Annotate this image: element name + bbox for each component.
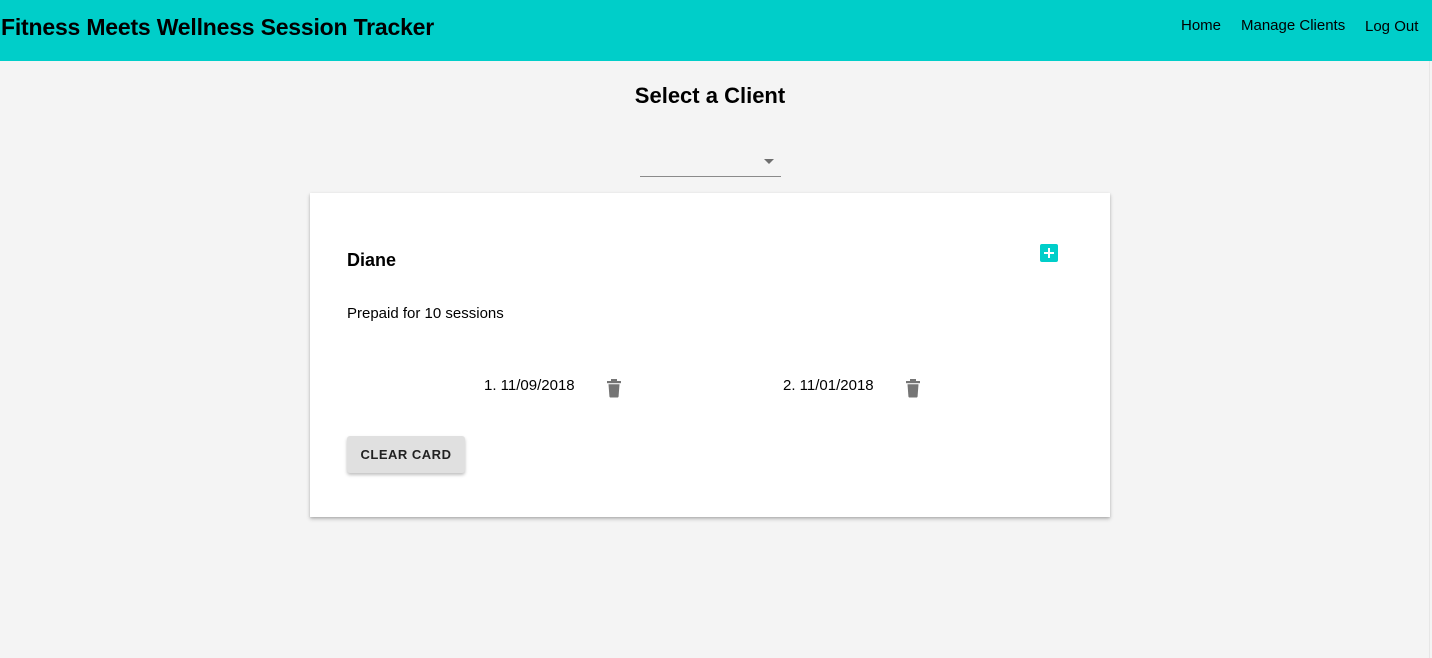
app-title: Fitness Meets Wellness Session Tracker xyxy=(1,14,435,40)
add-box-icon[interactable] xyxy=(1040,244,1058,262)
trash-icon[interactable] xyxy=(904,378,922,398)
page-divider xyxy=(1429,61,1430,658)
client-card: Diane Prepaid for 10 sessions 1. 11/09/2… xyxy=(310,193,1110,517)
app-bar: Fitness Meets Wellness Session Tracker H… xyxy=(0,0,1432,61)
nav-manage-clients-link[interactable]: Manage Clients xyxy=(1241,17,1345,35)
nav-home-link[interactable]: Home xyxy=(1181,17,1221,35)
prepaid-sessions-text: Prepaid for 10 sessions xyxy=(347,305,504,322)
chevron-down-icon xyxy=(764,159,774,164)
nav-log-out-link[interactable]: Log Out xyxy=(1365,18,1418,36)
session-item: 1. 11/09/2018 xyxy=(484,377,575,395)
session-date: 1. 11/09/2018 xyxy=(484,377,575,394)
session-date: 2. 11/01/2018 xyxy=(783,377,874,394)
page-title: Select a Client xyxy=(634,83,786,108)
trash-icon[interactable] xyxy=(605,378,623,398)
client-name: Diane xyxy=(347,250,397,270)
session-item: 2. 11/01/2018 xyxy=(783,377,874,395)
client-select[interactable] xyxy=(640,146,781,177)
clear-card-button[interactable]: CLEAR CARD xyxy=(347,436,465,473)
